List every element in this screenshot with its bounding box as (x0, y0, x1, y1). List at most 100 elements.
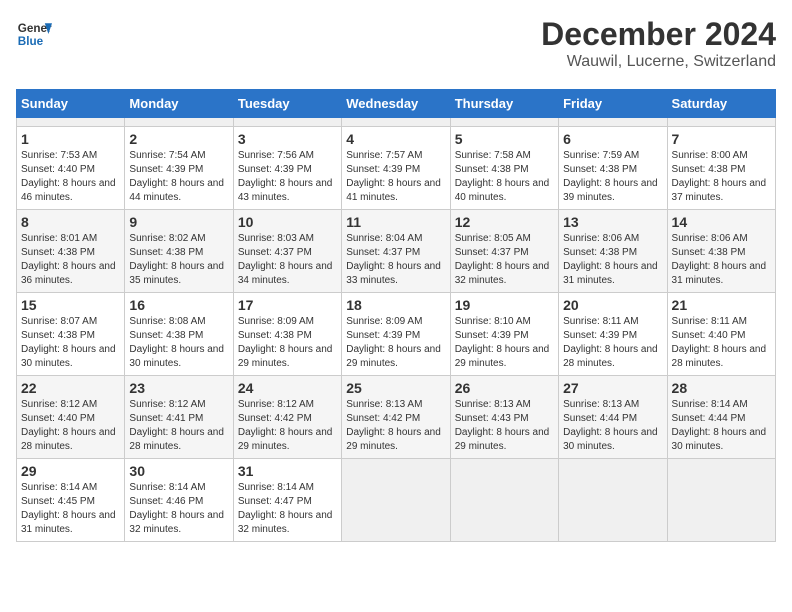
calendar-cell: 9 Sunrise: 8:02 AMSunset: 4:38 PMDaylight… (125, 210, 233, 293)
calendar-cell (450, 118, 558, 127)
calendar-cell (125, 118, 233, 127)
calendar-cell: 22Sunrise: 8:12 AMSunset: 4:40 PMDayligh… (17, 376, 125, 459)
day-info: Sunrise: 7:53 AMSunset: 4:40 PMDaylight:… (21, 150, 116, 203)
calendar-cell: 19 Sunrise: 8:10 AMSunset: 4:39 PMDayligh… (450, 293, 558, 376)
calendar-cell: 2Sunrise: 7:54 AMSunset: 4:39 PMDaylight… (125, 127, 233, 210)
calendar-cell: 8 Sunrise: 8:01 AMSunset: 4:38 PMDaylight… (17, 210, 125, 293)
col-thursday: Thursday (450, 90, 558, 118)
title-section: December 2024 Wauwil, Lucerne, Switzerla… (541, 16, 776, 71)
day-number: 15 (21, 297, 120, 313)
day-info: Sunrise: 7:58 AMSunset: 4:38 PMDaylight:… (455, 150, 550, 203)
day-info: Sunrise: 8:12 AMSunset: 4:41 PMDaylight:… (129, 399, 224, 452)
calendar-table: Sunday Monday Tuesday Wednesday Thursday… (16, 89, 776, 542)
calendar-cell: 10Sunrise: 8:03 AMSunset: 4:37 PMDayligh… (233, 210, 341, 293)
calendar-cell: 29Sunrise: 8:14 AMSunset: 4:45 PMDayligh… (17, 459, 125, 542)
col-saturday: Saturday (667, 90, 775, 118)
calendar-week-2: 8 Sunrise: 8:01 AMSunset: 4:38 PMDaylight… (17, 210, 776, 293)
day-number: 25 (346, 380, 445, 396)
calendar-cell: 28Sunrise: 8:14 AMSunset: 4:44 PMDayligh… (667, 376, 775, 459)
calendar-cell: 25 Sunrise: 8:13 AMSunset: 4:42 PMDayligh… (342, 376, 450, 459)
calendar-cell: 7 Sunrise: 8:00 AMSunset: 4:38 PMDaylight… (667, 127, 775, 210)
calendar-cell: 16Sunrise: 8:08 AMSunset: 4:38 PMDayligh… (125, 293, 233, 376)
calendar-cell: 26Sunrise: 8:13 AMSunset: 4:43 PMDayligh… (450, 376, 558, 459)
day-info: Sunrise: 8:12 AMSunset: 4:40 PMDaylight:… (21, 399, 116, 452)
day-number: 18 (346, 297, 445, 313)
col-wednesday: Wednesday (342, 90, 450, 118)
calendar-cell: 15 Sunrise: 8:07 AMSunset: 4:38 PMDayligh… (17, 293, 125, 376)
day-number: 29 (21, 463, 120, 479)
calendar-week-3: 15 Sunrise: 8:07 AMSunset: 4:38 PMDayligh… (17, 293, 776, 376)
day-number: 8 (21, 214, 120, 230)
day-info: Sunrise: 8:09 AMSunset: 4:38 PMDaylight:… (238, 316, 333, 369)
calendar-cell: 21 Sunrise: 8:11 AMSunset: 4:40 PMDayligh… (667, 293, 775, 376)
svg-text:Blue: Blue (18, 35, 44, 48)
day-info: Sunrise: 7:59 AMSunset: 4:38 PMDaylight:… (563, 150, 658, 203)
day-info: Sunrise: 8:00 AMSunset: 4:38 PMDaylight:… (672, 150, 767, 203)
col-tuesday: Tuesday (233, 90, 341, 118)
day-number: 3 (238, 131, 337, 147)
day-info: Sunrise: 8:01 AMSunset: 4:38 PMDaylight:… (21, 233, 116, 286)
calendar-cell: 1 Sunrise: 7:53 AMSunset: 4:40 PMDaylight… (17, 127, 125, 210)
calendar-cell: 4Sunrise: 7:57 AMSunset: 4:39 PMDaylight… (342, 127, 450, 210)
col-sunday: Sunday (17, 90, 125, 118)
calendar-cell: 23Sunrise: 8:12 AMSunset: 4:41 PMDayligh… (125, 376, 233, 459)
day-info: Sunrise: 8:10 AMSunset: 4:39 PMDaylight:… (455, 316, 550, 369)
day-info: Sunrise: 8:04 AMSunset: 4:37 PMDaylight:… (346, 233, 441, 286)
day-number: 24 (238, 380, 337, 396)
day-info: Sunrise: 8:14 AMSunset: 4:47 PMDaylight:… (238, 482, 333, 535)
day-number: 14 (672, 214, 771, 230)
calendar-cell (667, 118, 775, 127)
day-info: Sunrise: 8:14 AMSunset: 4:44 PMDaylight:… (672, 399, 767, 452)
calendar-week-0 (17, 118, 776, 127)
day-number: 1 (21, 131, 120, 147)
location-title: Wauwil, Lucerne, Switzerland (541, 53, 776, 71)
calendar-cell (342, 118, 450, 127)
day-number: 11 (346, 214, 445, 230)
day-number: 5 (455, 131, 554, 147)
day-info: Sunrise: 7:57 AMSunset: 4:39 PMDaylight:… (346, 150, 441, 203)
day-info: Sunrise: 8:09 AMSunset: 4:39 PMDaylight:… (346, 316, 441, 369)
day-info: Sunrise: 8:11 AMSunset: 4:39 PMDaylight:… (563, 316, 658, 369)
day-number: 7 (672, 131, 771, 147)
day-number: 31 (238, 463, 337, 479)
day-info: Sunrise: 8:14 AMSunset: 4:46 PMDaylight:… (129, 482, 224, 535)
day-info: Sunrise: 8:05 AMSunset: 4:37 PMDaylight:… (455, 233, 550, 286)
calendar-cell (559, 118, 667, 127)
calendar-cell (559, 459, 667, 542)
month-title: December 2024 (541, 16, 776, 53)
calendar-cell: 11 Sunrise: 8:04 AMSunset: 4:37 PMDayligh… (342, 210, 450, 293)
calendar-cell (17, 118, 125, 127)
day-info: Sunrise: 8:02 AMSunset: 4:38 PMDaylight:… (129, 233, 224, 286)
calendar-week-5: 29Sunrise: 8:14 AMSunset: 4:45 PMDayligh… (17, 459, 776, 542)
calendar-cell: 13Sunrise: 8:06 AMSunset: 4:38 PMDayligh… (559, 210, 667, 293)
day-number: 19 (455, 297, 554, 313)
day-number: 26 (455, 380, 554, 396)
top-area: General Blue December 2024 Wauwil, Lucer… (16, 16, 776, 79)
day-info: Sunrise: 8:06 AMSunset: 4:38 PMDaylight:… (672, 233, 767, 286)
calendar-cell: 12Sunrise: 8:05 AMSunset: 4:37 PMDayligh… (450, 210, 558, 293)
day-number: 9 (129, 214, 228, 230)
calendar-week-4: 22Sunrise: 8:12 AMSunset: 4:40 PMDayligh… (17, 376, 776, 459)
col-friday: Friday (559, 90, 667, 118)
calendar-week-1: 1 Sunrise: 7:53 AMSunset: 4:40 PMDaylight… (17, 127, 776, 210)
day-info: Sunrise: 8:13 AMSunset: 4:44 PMDaylight:… (563, 399, 658, 452)
day-number: 20 (563, 297, 662, 313)
day-info: Sunrise: 8:12 AMSunset: 4:42 PMDaylight:… (238, 399, 333, 452)
day-info: Sunrise: 8:13 AMSunset: 4:42 PMDaylight:… (346, 399, 441, 452)
calendar-cell: 14 Sunrise: 8:06 AMSunset: 4:38 PMDayligh… (667, 210, 775, 293)
day-number: 2 (129, 131, 228, 147)
day-number: 21 (672, 297, 771, 313)
calendar-cell: 6 Sunrise: 7:59 AMSunset: 4:38 PMDaylight… (559, 127, 667, 210)
day-info: Sunrise: 8:07 AMSunset: 4:38 PMDaylight:… (21, 316, 116, 369)
calendar-cell: 31 Sunrise: 8:14 AMSunset: 4:47 PMDayligh… (233, 459, 341, 542)
calendar-cell: 18 Sunrise: 8:09 AMSunset: 4:39 PMDayligh… (342, 293, 450, 376)
col-monday: Monday (125, 90, 233, 118)
day-number: 27 (563, 380, 662, 396)
day-info: Sunrise: 7:56 AMSunset: 4:39 PMDaylight:… (238, 150, 333, 203)
day-info: Sunrise: 8:11 AMSunset: 4:40 PMDaylight:… (672, 316, 767, 369)
calendar-cell: 20 Sunrise: 8:11 AMSunset: 4:39 PMDayligh… (559, 293, 667, 376)
calendar-cell: 17Sunrise: 8:09 AMSunset: 4:38 PMDayligh… (233, 293, 341, 376)
day-info: Sunrise: 8:08 AMSunset: 4:38 PMDaylight:… (129, 316, 224, 369)
day-info: Sunrise: 8:06 AMSunset: 4:38 PMDaylight:… (563, 233, 658, 286)
day-number: 6 (563, 131, 662, 147)
